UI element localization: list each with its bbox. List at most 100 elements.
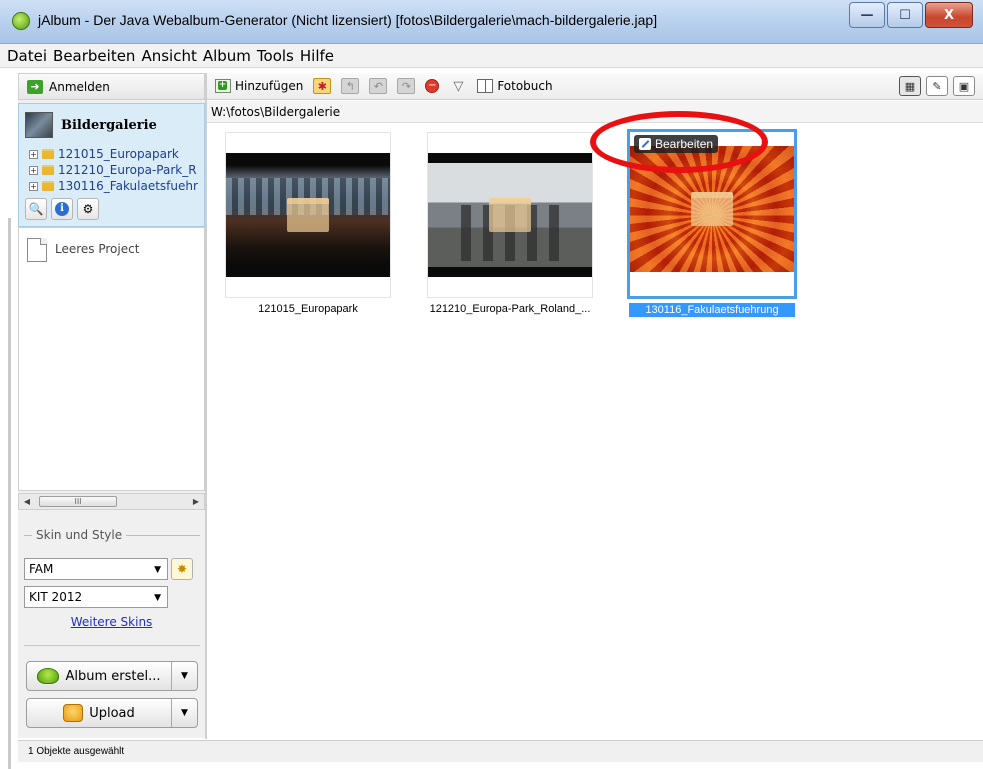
- jalbum-app-icon: [12, 12, 30, 30]
- search-icon[interactable]: 🔍: [25, 198, 47, 220]
- expand-icon[interactable]: +: [29, 165, 38, 175]
- parent-folder-icon[interactable]: ↰: [341, 78, 360, 94]
- upload-split-button: Upload ▼: [26, 698, 198, 728]
- style-select-value: KIT 2012: [29, 590, 83, 604]
- scroll-left-icon[interactable]: ◀: [19, 494, 35, 509]
- chevron-down-icon: ▼: [154, 593, 161, 603]
- skin-select-value: FAM: [29, 562, 54, 576]
- skin-section-label: Skin und Style: [36, 528, 123, 542]
- skin-select[interactable]: FAM ▼: [24, 558, 168, 580]
- folder-overlay-icon: [489, 198, 531, 232]
- sidebar-horizontal-scrollbar[interactable]: ◀ III ▶: [18, 493, 205, 510]
- view-mode-buttons: ▦ ✎ ▣: [899, 76, 975, 96]
- tree-item[interactable]: + 121210_Europa-Park_R: [29, 162, 205, 178]
- info-icon: i: [55, 202, 69, 216]
- legend-line: [126, 534, 200, 536]
- upload-dropdown[interactable]: ▼: [171, 699, 197, 727]
- exclude-icon[interactable]: −: [425, 79, 440, 93]
- edit-badge[interactable]: Bearbeiten: [634, 135, 719, 153]
- folder-tree: + 121015_Europapark + 121210_Europa-Park…: [29, 146, 205, 194]
- upload-button[interactable]: Upload: [27, 704, 171, 722]
- sidebar-divider: [24, 645, 200, 646]
- expand-icon[interactable]: +: [29, 149, 38, 159]
- tree-item-label: 121015_Europapark: [58, 147, 179, 161]
- window-left-edge: [0, 68, 18, 769]
- sidebar: ➜ Anmelden Bildergalerie + 121015_Europa…: [18, 73, 205, 738]
- tree-item-label: 130116_Fakulaetsfuehr: [58, 179, 198, 193]
- thumbnail-item-selected[interactable]: Bearbeiten: [627, 129, 797, 299]
- project-thumbnail: [25, 112, 53, 138]
- pencil-icon: [639, 138, 651, 150]
- new-folder-icon[interactable]: ✱: [313, 78, 332, 94]
- thumbnail-label[interactable]: 121015_Europapark: [225, 303, 391, 315]
- preview-view-icon[interactable]: ▣: [953, 76, 975, 96]
- menu-bearbeiten[interactable]: Bearbeiten: [50, 47, 138, 65]
- add-button[interactable]: Hinzufügen: [215, 79, 303, 93]
- title-bar: jAlbum - Der Java Webalbum-Generator (Ni…: [0, 0, 983, 44]
- edit-badge-label: Bearbeiten: [655, 137, 714, 151]
- maximize-button[interactable]: ☐: [887, 2, 923, 28]
- add-label: Hinzufügen: [235, 79, 304, 93]
- tree-item[interactable]: + 130116_Fakulaetsfuehr: [29, 178, 205, 194]
- info-button[interactable]: i: [51, 198, 73, 220]
- project-title[interactable]: Bildergalerie: [61, 118, 157, 133]
- minimize-button[interactable]: —: [849, 2, 885, 28]
- main-toolbar: Hinzufügen ✱ ↰ ↶ ↷ − ▽ Fotobuch ▦ ✎ ▣: [207, 73, 983, 100]
- scroll-right-icon[interactable]: ▶: [188, 494, 204, 509]
- settings-gears-icon[interactable]: ⚙: [77, 198, 99, 220]
- thumbnail-item[interactable]: [427, 132, 593, 298]
- legend-line: [24, 534, 32, 536]
- signin-button[interactable]: ➜ Anmelden: [18, 73, 205, 100]
- signin-arrow-icon: ➜: [27, 79, 43, 94]
- folder-icon: [42, 181, 54, 191]
- path-bar: W:\fotos\Bildergalerie: [207, 101, 983, 123]
- more-skins-link[interactable]: Weitere Skins: [18, 615, 205, 629]
- grid-view-icon[interactable]: ▦: [899, 76, 921, 96]
- photobook-button[interactable]: Fotobuch: [477, 79, 553, 93]
- menu-tools[interactable]: Tools: [254, 47, 297, 65]
- document-icon: [27, 238, 47, 262]
- menu-album[interactable]: Album: [200, 47, 254, 65]
- thumbnail-label-selected[interactable]: 130116_Fakulaetsfuehrung: [629, 303, 795, 317]
- folder-thumbnail-image: [630, 146, 794, 272]
- chevron-down-icon: ▼: [154, 565, 161, 575]
- thumbnail-area: 121015_Europapark 121210_Europa-Park_Rol…: [207, 111, 983, 739]
- tree-item-label: 121210_Europa-Park_R: [58, 163, 197, 177]
- folder-icon: [42, 149, 54, 159]
- style-select[interactable]: KIT 2012 ▼: [24, 586, 168, 608]
- make-album-split-button: Album erstel... ▼: [26, 661, 198, 691]
- frog-icon: [37, 668, 60, 684]
- empty-project-item[interactable]: Leeres Project: [27, 238, 139, 262]
- menu-hilfe[interactable]: Hilfe: [297, 47, 337, 65]
- project-panel: Bildergalerie + 121015_Europapark + 1212…: [18, 103, 205, 227]
- project-list: Leeres Project: [18, 227, 205, 491]
- edit-view-icon[interactable]: ✎: [926, 76, 948, 96]
- upload-icon: [63, 704, 84, 722]
- window-title: jAlbum - Der Java Webalbum-Generator (Ni…: [38, 12, 658, 28]
- make-album-button[interactable]: Album erstel...: [27, 668, 171, 684]
- thumbnail-item[interactable]: [225, 132, 391, 298]
- folder-overlay-icon: [691, 192, 733, 226]
- make-album-dropdown[interactable]: ▼: [171, 662, 197, 690]
- status-bar: 1 Objekte ausgewählt: [18, 740, 983, 762]
- photobook-label: Fotobuch: [497, 79, 553, 93]
- scrollbar-thumb[interactable]: III: [39, 496, 117, 507]
- window-controls: — ☐ X: [849, 2, 973, 28]
- project-tools: 🔍 i ⚙: [25, 198, 99, 220]
- menu-datei[interactable]: Datei: [4, 47, 50, 65]
- rotate-left-icon[interactable]: ↶: [369, 78, 388, 94]
- upload-label: Upload: [89, 705, 135, 721]
- tree-item[interactable]: + 121015_Europapark: [29, 146, 205, 162]
- thumbnail-label[interactable]: 121210_Europa-Park_Roland_...: [427, 303, 593, 315]
- skin-section-header: Skin und Style: [24, 528, 200, 542]
- signin-label: Anmelden: [49, 79, 110, 94]
- expand-icon[interactable]: +: [29, 181, 38, 191]
- folder-icon: [42, 165, 54, 175]
- rotate-right-icon[interactable]: ↷: [397, 78, 416, 94]
- filter-icon[interactable]: ▽: [449, 78, 467, 94]
- skin-settings-icon[interactable]: ✸: [171, 558, 193, 580]
- folder-thumbnail-image: [428, 153, 592, 277]
- close-button[interactable]: X: [925, 2, 973, 28]
- menu-ansicht[interactable]: Ansicht: [138, 47, 199, 65]
- make-album-label: Album erstel...: [65, 668, 161, 684]
